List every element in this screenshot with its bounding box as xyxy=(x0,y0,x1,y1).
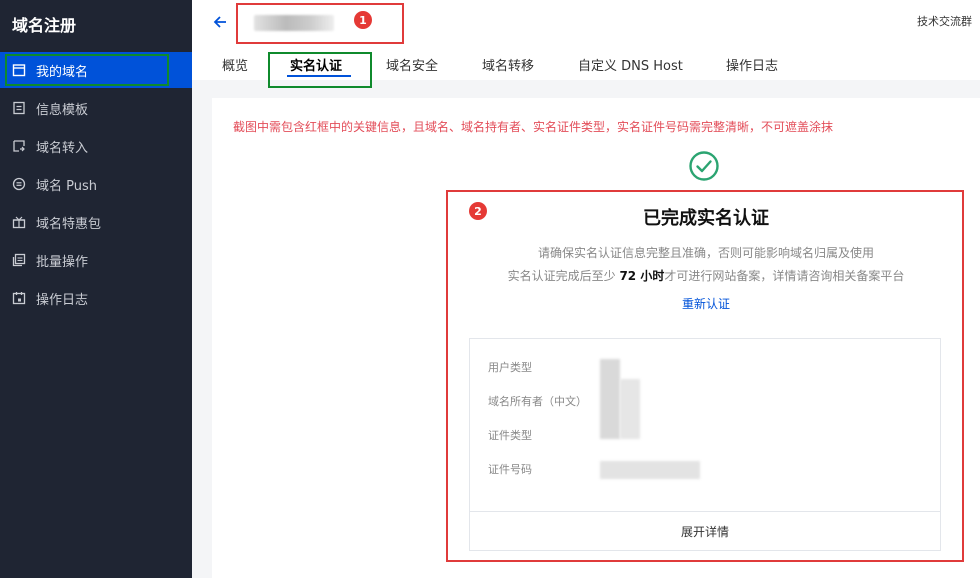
sidebar-item-push[interactable]: 域名 Push xyxy=(0,166,192,202)
annotation-green-box-sidebar xyxy=(5,54,169,86)
tab-operation-log[interactable]: 操作日志 xyxy=(726,55,778,74)
tab-domain-security[interactable]: 域名安全 xyxy=(386,55,438,74)
push-icon xyxy=(12,177,26,191)
sidebar-item-label: 批量操作 xyxy=(36,254,89,270)
annotation-red-box-domain xyxy=(236,3,404,44)
tech-group-link[interactable]: 技术交流群 xyxy=(917,13,972,29)
screenshot-notice: 截图中需包含红框中的关键信息，且域名、域名持有者、实名证件类型，实名证件号码需完… xyxy=(233,120,834,134)
sidebar-item-info-template[interactable]: 信息模板 xyxy=(0,90,192,126)
sidebar-item-discount-pack[interactable]: 域名特惠包 xyxy=(0,204,192,240)
sidebar-item-label: 操作日志 xyxy=(36,292,89,308)
annotation-badge-1: 1 xyxy=(354,11,372,29)
back-arrow-icon[interactable] xyxy=(212,14,228,30)
sidebar-item-operation-log[interactable]: 操作日志 xyxy=(0,280,192,316)
annotation-red-box-verification xyxy=(446,190,964,562)
document-icon xyxy=(12,101,26,115)
gift-icon xyxy=(12,215,26,229)
sidebar-title: 域名注册 xyxy=(12,16,77,35)
tab-overview[interactable]: 概览 xyxy=(222,55,248,74)
sidebar-item-transfer-in[interactable]: 域名转入 xyxy=(0,128,192,164)
batch-icon xyxy=(12,253,26,267)
success-check-icon xyxy=(689,151,719,181)
annotation-badge-2: 2 xyxy=(469,202,487,220)
transfer-in-icon xyxy=(12,139,26,153)
annotation-green-box-tab xyxy=(268,52,372,88)
sidebar-item-batch-ops[interactable]: 批量操作 xyxy=(0,242,192,278)
log-icon xyxy=(12,291,26,305)
tab-domain-transfer[interactable]: 域名转移 xyxy=(482,55,534,74)
sidebar: 域名注册 我的域名 信息模板 域名转入 域名 Push 域名特惠包 批量操作 操… xyxy=(0,0,192,578)
sidebar-item-label: 信息模板 xyxy=(36,102,89,118)
sidebar-item-label: 域名 Push xyxy=(36,178,97,194)
sidebar-item-label: 域名特惠包 xyxy=(36,216,102,232)
sidebar-item-label: 域名转入 xyxy=(36,140,89,156)
tab-custom-dns-host[interactable]: 自定义 DNS Host xyxy=(578,55,683,74)
